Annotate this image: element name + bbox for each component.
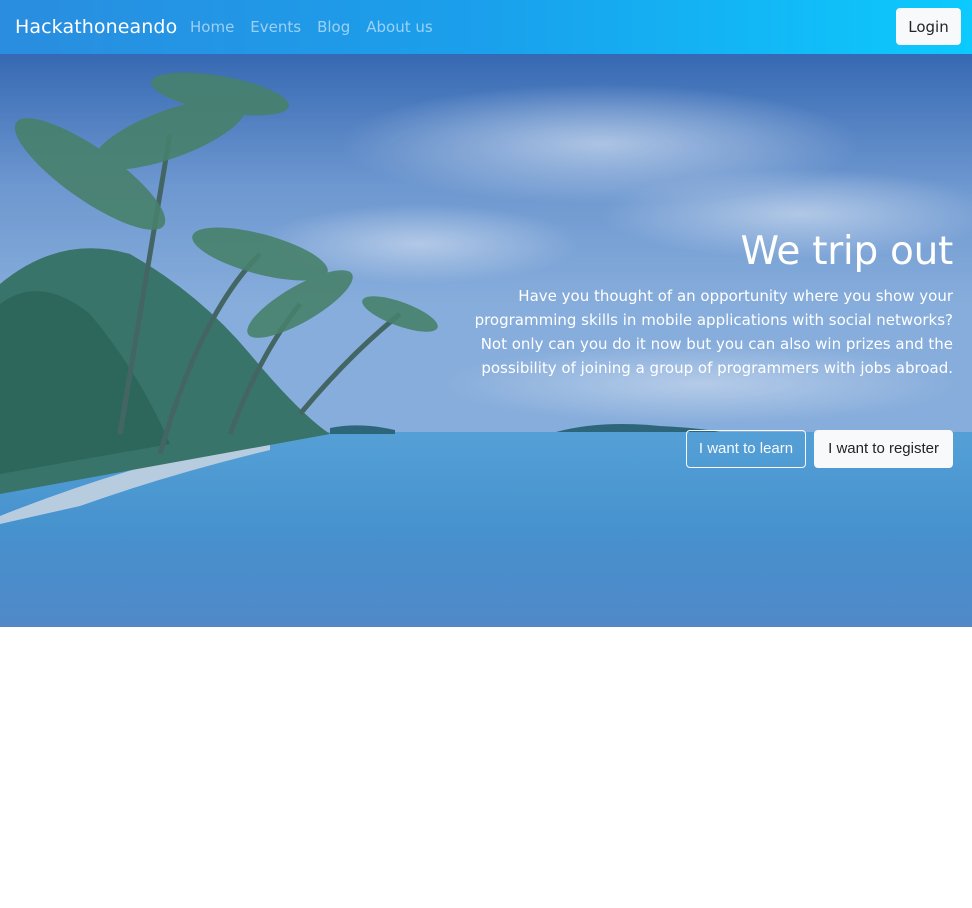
hero-content: We trip out Have you thought of an oppor… [473,228,953,468]
hero-title: We trip out [740,229,953,274]
nav-link-events[interactable]: Events [250,16,301,38]
hero-description-line: Have you thought of an opportunity where… [518,287,953,305]
brand-logo[interactable]: Hackathoneando [15,14,177,40]
learn-button[interactable]: I want to learn [685,430,807,468]
nav-links: Home Events Blog About us [190,16,449,38]
nav-link-blog[interactable]: Blog [317,16,350,38]
hero-actions: I want to learn I want to register [473,430,953,468]
hero-section: We trip out Have you thought of an oppor… [0,54,972,627]
hero-description: Have you thought of an opportunity where… [473,284,953,380]
hero-description-line: Not only can you do it now but you can a… [480,335,953,353]
hero-description-line: possibility of joining a group of progra… [481,359,953,377]
nav-link-home[interactable]: Home [190,16,234,38]
register-button[interactable]: I want to register [814,430,953,468]
login-button[interactable]: Login [896,8,961,45]
hero-description-line: programming skills in mobile application… [474,311,953,329]
nav-link-about-us[interactable]: About us [366,16,432,38]
navbar: Hackathoneando Home Events Blog About us… [0,0,972,54]
